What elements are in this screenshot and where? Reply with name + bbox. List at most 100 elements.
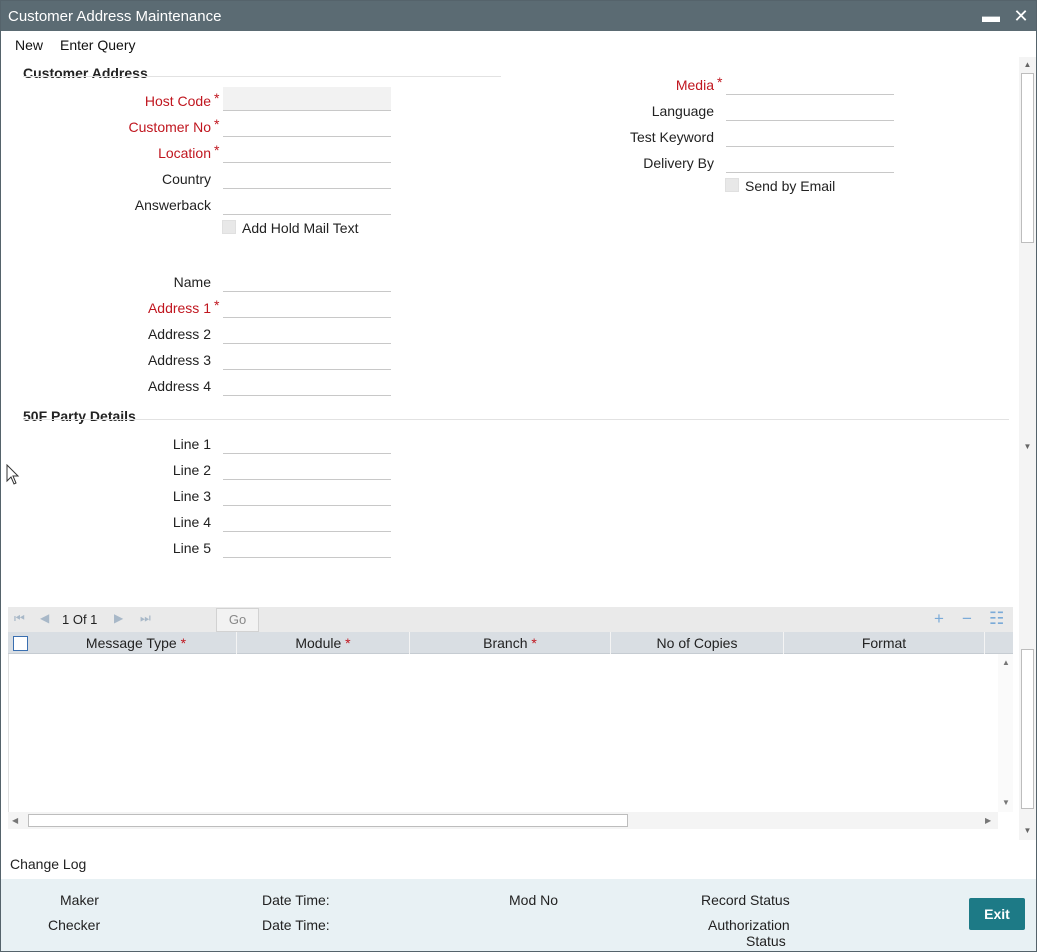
media-field[interactable] (726, 71, 894, 95)
required-marker: * (214, 297, 220, 313)
test-keyword-label: Test Keyword (629, 129, 714, 145)
column-header-message-type[interactable]: Message Type * (36, 632, 237, 654)
required-marker: * (345, 635, 351, 651)
name-field[interactable] (223, 268, 391, 292)
country-field[interactable] (223, 165, 391, 189)
address-2-field[interactable] (223, 320, 391, 344)
add-row-icon[interactable]: + (934, 609, 944, 629)
next-page-icon[interactable]: ▶ (114, 611, 123, 625)
address-4-label: Address 4 (147, 378, 211, 394)
record-status-label: Record Status (701, 892, 790, 908)
add-hold-mail-text-checkbox[interactable] (222, 220, 236, 234)
first-page-icon[interactable]: ⏮ (14, 611, 25, 626)
minimize-icon[interactable]: ▬ (980, 5, 1002, 27)
required-marker: * (214, 142, 220, 158)
exit-button[interactable]: Exit (969, 898, 1025, 930)
line-5-field[interactable] (223, 534, 391, 558)
address-3-field[interactable] (223, 346, 391, 370)
name-label: Name (173, 274, 211, 290)
last-page-icon[interactable]: ⏭ (140, 611, 151, 626)
delivery-by-label: Delivery By (643, 155, 714, 171)
column-label: Message Type (85, 635, 177, 651)
customer-address-window: Customer Address Maintenance ▬ ✕ New Ent… (0, 0, 1037, 952)
address-4-field[interactable] (223, 372, 391, 396)
section-title-customer-address: Customer Address (23, 65, 148, 81)
previous-page-icon[interactable]: ◀ (40, 611, 49, 625)
required-marker: * (531, 635, 537, 651)
required-marker: * (214, 90, 220, 106)
go-button[interactable]: Go (216, 608, 259, 632)
menu-new[interactable]: New (15, 37, 43, 53)
menu-enter-query[interactable]: Enter Query (60, 37, 135, 53)
add-hold-mail-text-label: Add Hold Mail Text (242, 220, 359, 236)
line-3-field[interactable] (223, 482, 391, 506)
scroll-down-icon[interactable]: ▼ (1023, 442, 1032, 451)
column-header-format[interactable]: Format (784, 632, 985, 654)
customer-no-label: Customer No (128, 119, 211, 135)
line-2-field[interactable] (223, 456, 391, 480)
line-4-field[interactable] (223, 508, 391, 532)
maker-label: Maker (60, 892, 99, 908)
address-3-label: Address 3 (147, 352, 211, 368)
mouse-cursor-icon (6, 464, 20, 485)
address-1-field[interactable] (223, 294, 391, 318)
scroll-up-icon[interactable]: ▲ (1023, 60, 1032, 69)
maker-date-time-label: Date Time: (262, 892, 330, 908)
required-marker: * (180, 635, 187, 651)
checker-label: Checker (48, 917, 101, 933)
scroll-up-icon[interactable]: ▲ (1002, 658, 1010, 667)
select-all-checkbox[interactable] (13, 636, 28, 651)
answerback-field[interactable] (223, 191, 391, 215)
answerback-label: Answerback (134, 197, 211, 213)
country-label: Country (161, 171, 211, 187)
language-label: Language (651, 103, 714, 119)
column-header-no-of-copies[interactable]: No of Copies (611, 632, 784, 654)
location-label: Location (158, 145, 211, 161)
main-vertical-scrollbar[interactable]: ▲ ▼ ▼ (1019, 57, 1036, 840)
section-divider (23, 76, 501, 77)
scroll-down-icon[interactable]: ▼ (1002, 798, 1010, 807)
column-label: Branch (483, 635, 528, 651)
scrollbar-thumb[interactable] (1021, 73, 1034, 243)
line-5-label: Line 5 (172, 540, 211, 556)
customer-no-field[interactable] (223, 113, 391, 137)
window-title: Customer Address Maintenance (8, 8, 222, 25)
required-marker: * (214, 116, 220, 132)
address-2-label: Address 2 (147, 326, 211, 342)
grid-toolbar: ⏮ ◀ 1 Of 1 ▶ ⏭ Go + − ☷ (8, 607, 1013, 632)
mod-no-label: Mod No (509, 892, 559, 908)
address-1-label: Address 1 (147, 300, 211, 316)
title-bar: Customer Address Maintenance ▬ ✕ (1, 1, 1036, 31)
close-icon[interactable]: ✕ (1010, 5, 1032, 27)
line-2-label: Line 2 (172, 462, 211, 478)
line-1-field[interactable] (223, 430, 391, 454)
column-label: No of Copies (656, 635, 738, 651)
column-label: Module (295, 635, 342, 651)
scrollbar-thumb[interactable] (1021, 649, 1034, 809)
column-label: Format (861, 635, 907, 651)
checker-date-time-label: Date Time: (262, 917, 330, 933)
scroll-right-icon[interactable]: ▶ (985, 816, 991, 825)
column-header-branch[interactable]: Branch * (410, 632, 611, 654)
remove-row-icon[interactable]: − (962, 609, 972, 629)
grid-vertical-scrollbar[interactable]: ▲ ▼ (998, 654, 1013, 812)
single-view-icon[interactable]: ☷ (989, 609, 1004, 629)
column-header-module[interactable]: Module * (237, 632, 410, 654)
scroll-left-icon[interactable]: ◀ (12, 816, 18, 825)
grid-horizontal-scrollbar[interactable]: ◀ ▶ (8, 812, 998, 829)
media-label: Media (675, 77, 714, 93)
audit-footer: Maker Checker Date Time: Date Time: Mod … (1, 879, 1036, 951)
scrollbar-thumb[interactable] (28, 814, 628, 827)
grid-header: Message Type * Module * Branch * No of C… (8, 632, 1013, 654)
scroll-down-icon[interactable]: ▼ (1023, 826, 1032, 835)
required-marker: * (717, 74, 723, 90)
grid-body (8, 654, 998, 812)
authorization-status-label: Authorization (708, 917, 790, 933)
language-field[interactable] (726, 97, 894, 121)
location-field[interactable] (223, 139, 391, 163)
test-keyword-field[interactable] (726, 123, 894, 147)
send-by-email-checkbox[interactable] (725, 178, 739, 192)
delivery-by-field[interactable] (726, 149, 894, 173)
line-1-label: Line 1 (172, 436, 211, 452)
host-code-field[interactable] (223, 87, 391, 111)
